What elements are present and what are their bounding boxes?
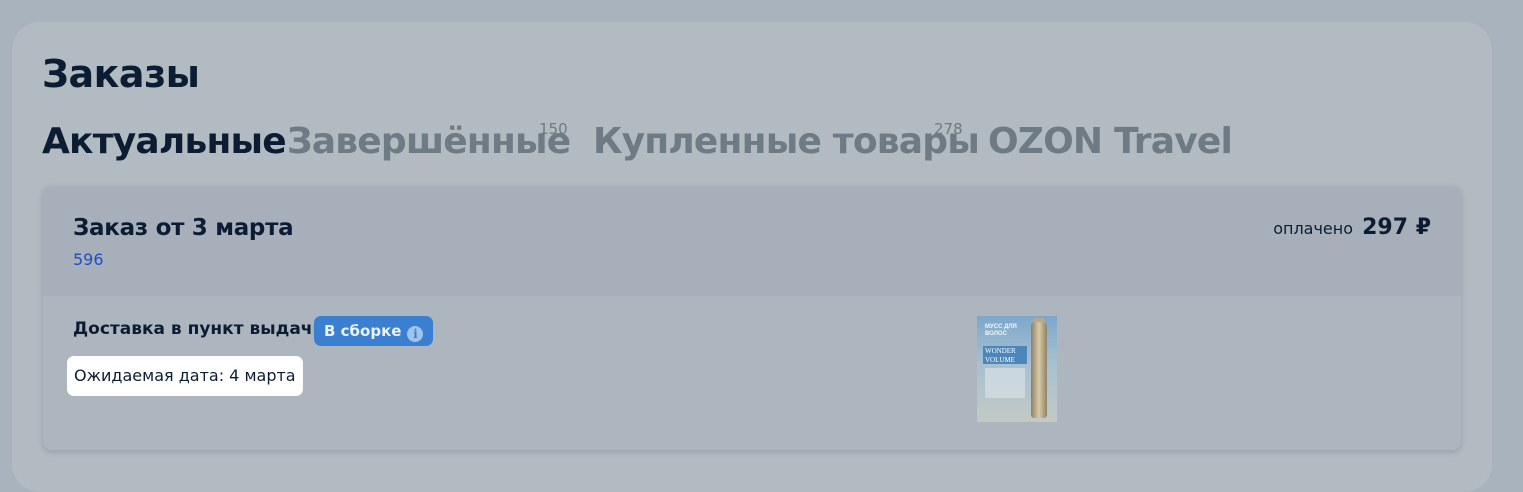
bottle-shape bbox=[1031, 322, 1047, 418]
order-payment: оплачено 297 ₽ bbox=[1273, 212, 1431, 245]
order-card: Заказ от 3 марта 596 оплачено 297 ₽ Дост… bbox=[43, 186, 1461, 450]
expected-date: Ожидаемая дата: 4 марта bbox=[67, 356, 303, 396]
delivery-type: Доставка в пункт выдачи bbox=[73, 319, 325, 339]
info-icon[interactable]: i bbox=[407, 326, 424, 342]
product-info-panel bbox=[985, 368, 1025, 398]
tab-ozon-travel[interactable]: OZON Travel bbox=[988, 116, 1233, 168]
product-brand-text: WONDER VOLUME bbox=[983, 346, 1027, 364]
status-badge[interactable]: В сборке i bbox=[314, 316, 434, 346]
order-title[interactable]: Заказ от 3 марта bbox=[73, 212, 294, 244]
product-package-text: МУСС ДЛЯ ВОЛОС bbox=[985, 324, 1017, 337]
paid-label: оплачено bbox=[1273, 219, 1354, 238]
paid-amount: 297 ₽ bbox=[1362, 215, 1431, 240]
status-label: В сборке bbox=[324, 322, 402, 340]
tab-purchased-items-count: 278 bbox=[934, 120, 963, 138]
tab-current[interactable]: Актуальные bbox=[42, 116, 287, 168]
hair-mousse-product-image[interactable]: МУСС ДЛЯ ВОЛОС WONDER VOLUME bbox=[977, 316, 1057, 422]
tab-completed-count: 150 bbox=[539, 120, 568, 138]
tab-completed[interactable]: Завершённые bbox=[287, 116, 571, 168]
page-title: Заказы bbox=[42, 52, 200, 96]
order-number-link[interactable]: 596 bbox=[73, 249, 104, 271]
tab-purchased-items[interactable]: Купленные товары bbox=[593, 116, 980, 168]
shipment-section: Доставка в пункт выдачи В сборке i Ожидае… bbox=[43, 296, 1461, 450]
order-header: Заказ от 3 марта 596 оплачено 297 ₽ bbox=[43, 186, 1461, 296]
